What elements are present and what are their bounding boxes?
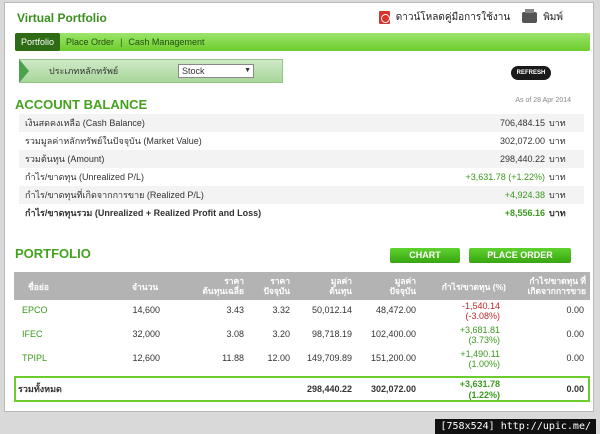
cost-value-cell: 50,012.14	[311, 305, 352, 315]
avg-cost-cell: 3.08	[226, 329, 244, 339]
pl-cell: +1,490.11	[460, 349, 500, 359]
total-label: รวมทั้งหมด	[18, 384, 62, 394]
chevron-down-icon: ▼	[244, 67, 251, 74]
cost-value-cell: 149,709.89	[306, 353, 352, 363]
chart-button[interactable]: CHART	[390, 248, 460, 263]
balance-unit: บาท	[549, 172, 566, 182]
asset-type-select[interactable]: Stock ▼	[178, 64, 254, 78]
balance-value: +4,924.38	[504, 190, 545, 200]
balance-label: เงินสดคงเหลือ (Cash Balance)	[25, 118, 145, 128]
balance-value: +8,556.16	[504, 208, 545, 218]
cost-value-cell: 98,718.19	[311, 329, 352, 339]
balance-label: กำไร/ขาดทุนที่เกิดจากการขาย (Realized P/…	[25, 190, 204, 200]
avg-cost-cell: 3.43	[226, 305, 244, 315]
printer-icon[interactable]	[522, 9, 538, 23]
balance-row: รวมต้นทุน (Amount) 298,440.22 บาท	[19, 150, 584, 168]
table-row[interactable]: TPIPL 12,600 11.88 12.00 149,709.89 151,…	[14, 349, 590, 373]
account-balance-title: ACCOUNT BALANCE	[15, 97, 148, 112]
asset-type-bar: ประเภทหลักทรัพย์ Stock ▼	[19, 59, 283, 83]
symbol-cell[interactable]: EPCO	[22, 305, 48, 315]
realized-cell: 0.00	[566, 353, 584, 363]
pl-pct-cell: (3.73%)	[468, 335, 500, 345]
refresh-button[interactable]: REFRESH	[511, 66, 551, 80]
symbol-cell[interactable]: IFEC	[22, 329, 43, 339]
balance-label: รวมต้นทุน (Amount)	[25, 154, 105, 164]
balance-label: กำไร/ขาดทุน (Unrealized P/L)	[25, 172, 145, 182]
realized-cell: 0.00	[566, 329, 584, 339]
main-nav: Portfolio Place Order | Cash Management	[15, 33, 590, 51]
qty-cell: 14,600	[132, 305, 160, 315]
balance-value: 302,072.00	[499, 136, 545, 146]
app-title: Virtual Portfolio	[17, 11, 107, 25]
total-pl-pct: (1.22%)	[468, 390, 500, 400]
watermark-label: [758x524] http://upic.me/	[435, 419, 596, 434]
pl-cell: +3,681.81	[459, 325, 500, 335]
qty-cell: 32,000	[132, 329, 160, 339]
avg-cost-cell: 11.88	[222, 353, 244, 363]
download-manual-link[interactable]: ดาวน์โหลดคู่มือการใช้งาน	[396, 10, 510, 25]
col-market-value: มูลค่า ปัจจุบัน	[389, 276, 416, 296]
symbol-cell[interactable]: TPIPL	[22, 353, 47, 363]
market-value-cell: 151,200.00	[370, 353, 416, 363]
col-pl: กำไร/ขาดทุน (%)	[441, 282, 506, 292]
tab-portfolio[interactable]: Portfolio	[15, 33, 61, 51]
balance-value: 706,484.15	[499, 118, 545, 128]
balance-row: รวมมูลค่าหลักทรัพย์ในปัจจุบัน (Market Va…	[19, 132, 584, 150]
asset-type-label: ประเภทหลักทรัพย์	[49, 66, 119, 76]
price-cell: 3.32	[272, 305, 290, 315]
balance-value: 298,440.22	[499, 154, 545, 164]
price-cell: 12.00	[267, 353, 290, 363]
arrow-icon	[19, 59, 29, 83]
header-actions: ดาวน์โหลดคู่มือการใช้งาน พิมพ์	[378, 9, 563, 25]
balance-label: รวมมูลค่าหลักทรัพย์ในปัจจุบัน (Market Va…	[25, 136, 202, 146]
col-avg-cost: ราคา ต้นทุนเฉลี่ย	[202, 276, 244, 296]
col-qty: จำนวน	[132, 282, 159, 292]
qty-cell: 12,600	[132, 353, 160, 363]
balance-row: กำไร/ขาดทุน (Unrealized P/L) +3,631.78 (…	[19, 168, 584, 186]
pl-cell: -1,540.14	[461, 301, 500, 311]
col-realized: กำไร/ขาดทุน ที่ เกิดจากการขาย	[527, 276, 586, 296]
balance-value: +3,631.78 (+1.22%)	[465, 172, 545, 182]
total-pl: +3,631.78	[459, 379, 500, 389]
total-row: รวมทั้งหมด 298,440.22 302,072.00 +3,631.…	[14, 376, 590, 402]
balance-unit: บาท	[549, 208, 566, 218]
total-market-value: 302,072.00	[370, 384, 416, 394]
balance-unit: บาท	[549, 190, 566, 200]
balance-label: กำไร/ขาดทุนรวม (Unrealized + Realized Pr…	[25, 208, 262, 218]
tab-place-order[interactable]: Place Order	[60, 33, 120, 51]
pl-pct-cell: (-3.08%)	[465, 311, 500, 321]
realized-cell: 0.00	[566, 305, 584, 315]
print-link[interactable]: พิมพ์	[543, 10, 563, 25]
tab-cash-management[interactable]: Cash Management	[122, 33, 210, 51]
balance-unit: บาท	[549, 118, 566, 128]
market-value-cell: 48,472.00	[375, 305, 416, 315]
as-of-date: As of 28 Apr 2014	[515, 97, 571, 104]
market-value-cell: 102,400.00	[370, 329, 416, 339]
balance-row: กำไร/ขาดทุนที่เกิดจากการขาย (Realized P/…	[19, 186, 584, 204]
pdf-icon[interactable]	[378, 11, 390, 24]
total-realized: 0.00	[566, 384, 584, 394]
price-cell: 3.20	[272, 329, 290, 339]
app-frame: Virtual Portfolio ดาวน์โหลดคู่มือการใช้ง…	[4, 2, 594, 412]
col-price: ราคา ปัจจุบัน	[263, 276, 290, 296]
col-symbol: ชื่อย่อ	[28, 282, 49, 292]
header: Virtual Portfolio ดาวน์โหลดคู่มือการใช้ง…	[5, 3, 593, 33]
balance-row: เงินสดคงเหลือ (Cash Balance) 706,484.15 …	[19, 114, 584, 132]
table-row[interactable]: IFEC 32,000 3.08 3.20 98,718.19 102,400.…	[14, 325, 590, 349]
col-cost-value: มูลค่า ต้นทุน	[329, 276, 352, 296]
table-row[interactable]: EPCO 14,600 3.43 3.32 50,012.14 48,472.0…	[14, 301, 590, 325]
portfolio-title: PORTFOLIO	[15, 246, 91, 261]
balance-unit: บาท	[549, 136, 566, 146]
pl-pct-cell: (1.00%)	[468, 359, 500, 369]
balance-unit: บาท	[549, 154, 566, 164]
portfolio-table-header: ชื่อย่อ จำนวน ราคา ต้นทุนเฉลี่ย ราคา ปัจ…	[14, 272, 590, 300]
place-order-button[interactable]: PLACE ORDER	[469, 248, 571, 263]
total-cost-value: 298,440.22	[306, 384, 352, 394]
balance-row-total: กำไร/ขาดทุนรวม (Unrealized + Realized Pr…	[19, 204, 584, 222]
asset-type-value: Stock	[182, 66, 205, 76]
